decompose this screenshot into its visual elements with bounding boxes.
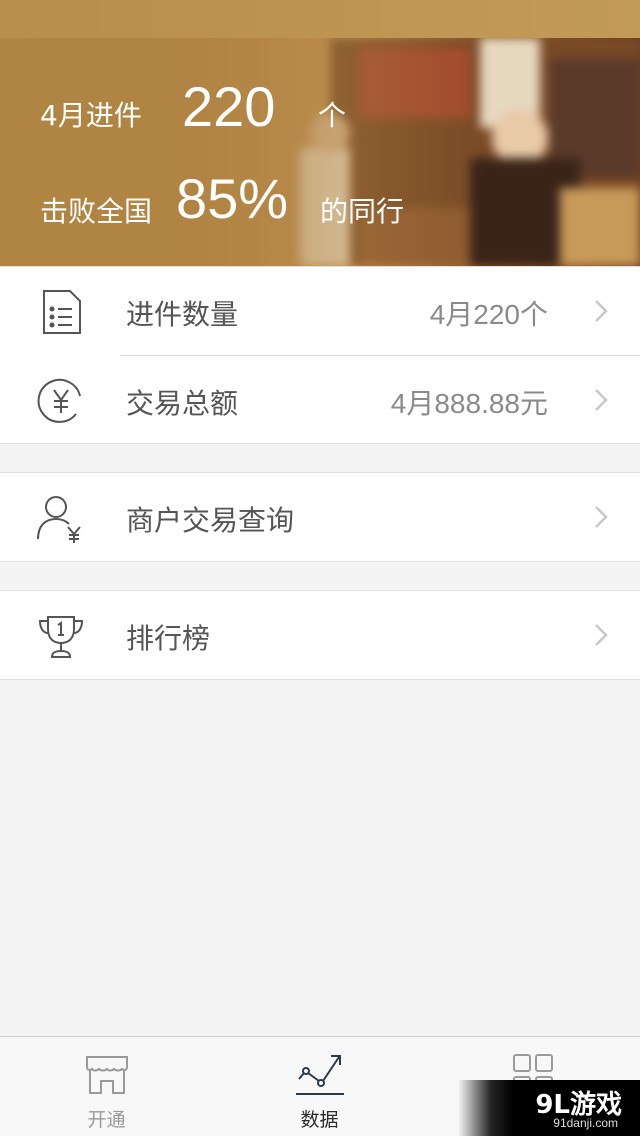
intake-count-row[interactable]: 进件数量 4月220个	[0, 267, 640, 355]
chevron-right-icon	[595, 389, 608, 411]
merchant-group: 商户交易查询	[0, 472, 640, 562]
active-tab-indicator	[295, 1093, 344, 1095]
intake-count-value: 4月220个	[429, 299, 548, 330]
intake-count-label: 进件数量	[126, 298, 239, 331]
tab-open-label: 开通	[87, 1109, 126, 1131]
trophy-icon	[36, 611, 86, 661]
trend-chart-icon	[297, 1055, 341, 1087]
storefront-icon	[85, 1056, 128, 1094]
beat-peers-suffix: 的同行	[320, 195, 405, 228]
month-intake-count: 220	[182, 75, 276, 138]
tab-open[interactable]: 开通	[0, 1037, 213, 1136]
beat-peers-percent: 85%	[176, 167, 289, 230]
summary-banner: 4月进件 220 个 击败全国 85% 的同行	[0, 38, 640, 266]
chevron-right-icon	[595, 624, 608, 646]
user-yen-icon	[36, 493, 86, 543]
month-intake-unit: 个	[318, 99, 347, 132]
yen-circle-icon	[36, 376, 86, 426]
month-intake-label: 4月进件	[40, 99, 142, 132]
chevron-right-icon	[595, 300, 608, 322]
tab-data[interactable]: 数据	[213, 1037, 426, 1136]
beat-peers-label: 击败全国	[40, 195, 153, 228]
merchant-query-label: 商户交易查询	[126, 504, 295, 537]
status-bar	[0, 0, 640, 38]
document-list-icon	[36, 287, 86, 337]
trade-total-row[interactable]: 交易总额 4月888.88元	[0, 356, 640, 444]
ranking-label: 排行榜	[126, 622, 211, 655]
trade-total-label: 交易总额	[126, 387, 239, 420]
tab-data-label: 数据	[300, 1109, 339, 1131]
chevron-right-icon	[595, 506, 608, 528]
trade-total-value: 4月888.88元	[390, 388, 548, 419]
watermark-url: 91danji.com	[553, 1116, 618, 1130]
ranking-row[interactable]: 排行榜	[0, 591, 640, 679]
watermark: 9L游戏 91danji.com	[458, 1080, 640, 1136]
ranking-group: 排行榜	[0, 590, 640, 680]
merchant-query-row[interactable]: 商户交易查询	[0, 473, 640, 561]
stats-group: 进件数量 4月220个 交易总额 4月888.88元	[0, 266, 640, 444]
